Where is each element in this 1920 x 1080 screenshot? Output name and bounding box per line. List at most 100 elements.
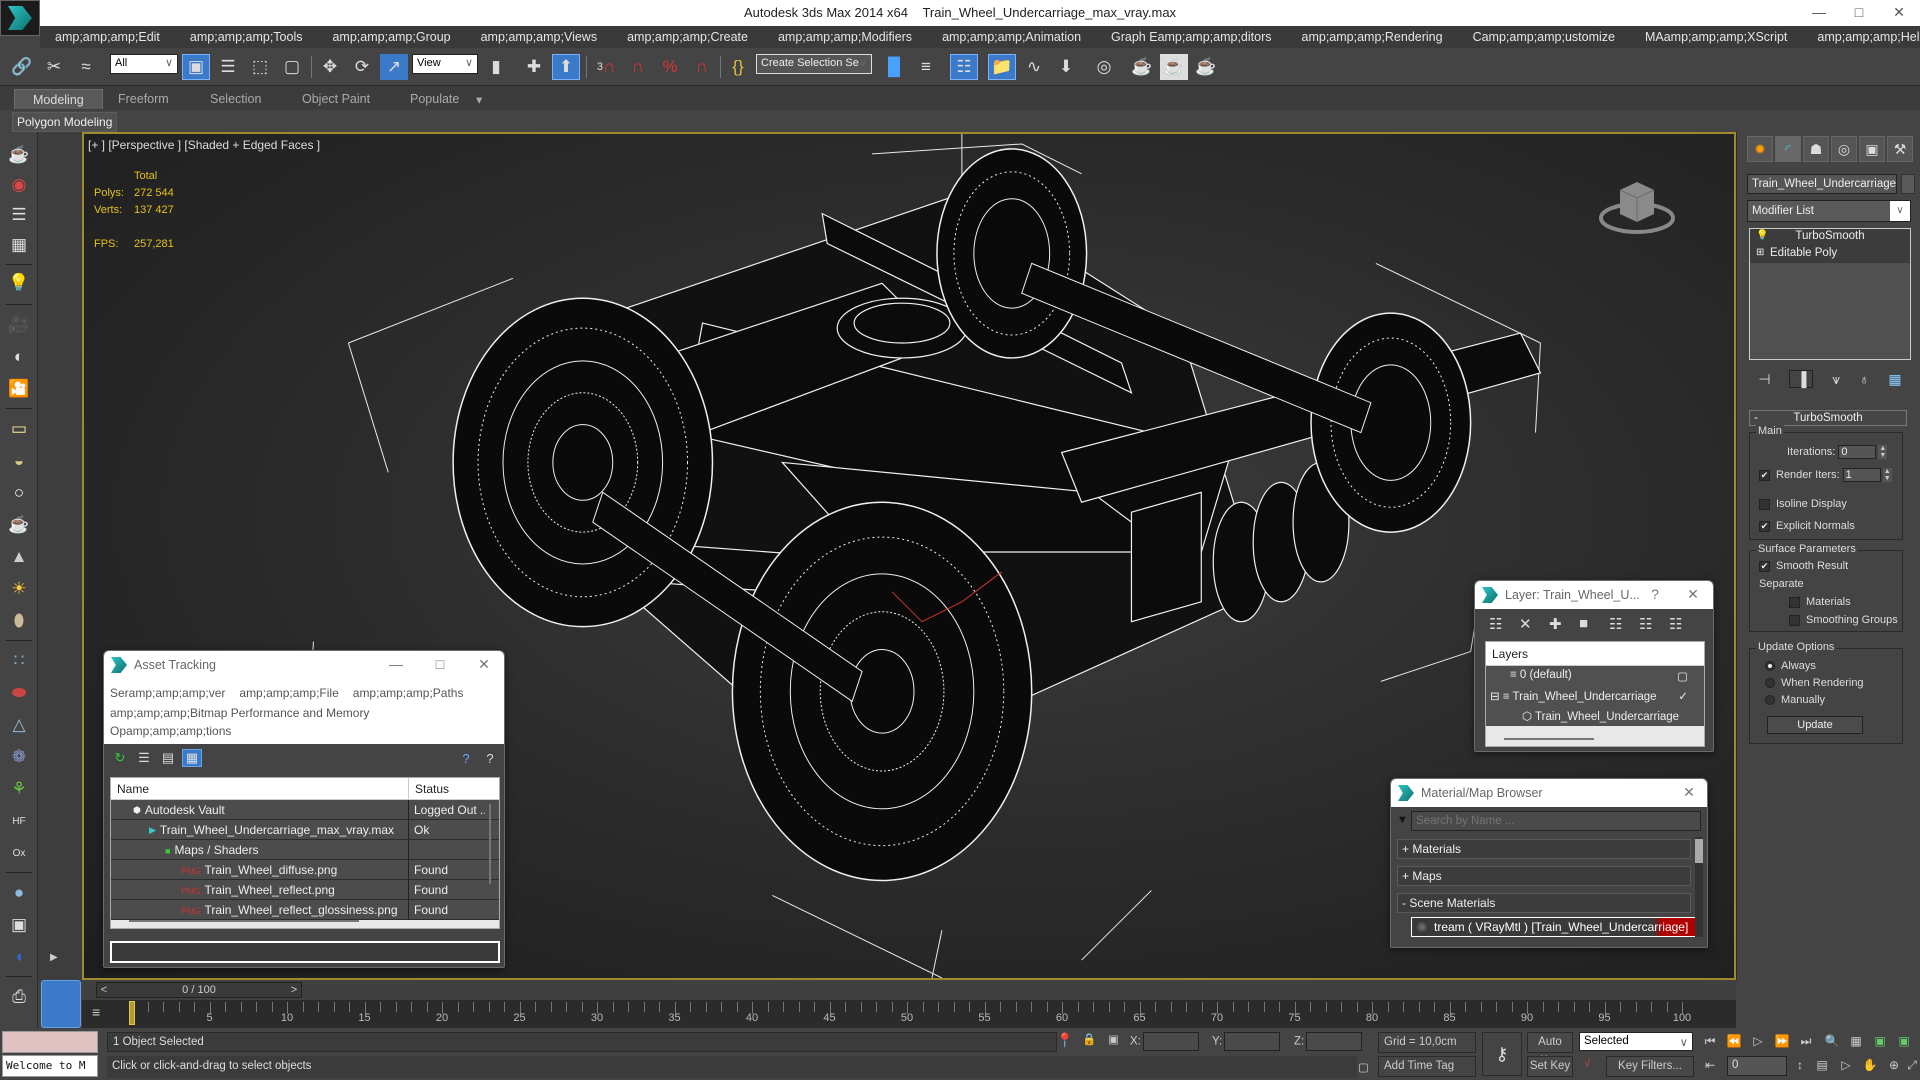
close-button[interactable]: ✕ <box>1884 4 1914 21</box>
y-coordinate-field[interactable] <box>1224 1032 1281 1051</box>
stack-item-turbosmooth[interactable]: 💡 TurboSmooth <box>1750 229 1910 246</box>
auto-key-button[interactable]: Auto Key <box>1527 1032 1573 1067</box>
lightbulb-icon[interactable]: 💡 <box>1756 230 1768 241</box>
camera-red-icon[interactable]: 🎦 <box>5 376 33 402</box>
select-object-icon[interactable]: ▣ <box>182 54 210 80</box>
current-frame-field[interactable]: 0 <box>1727 1056 1787 1076</box>
highlight-layer-icon[interactable]: ☷ <box>1639 615 1652 633</box>
spinner-arrows-icon[interactable]: ▲ ▼ <box>1882 468 1892 482</box>
refresh-icon[interactable]: ↻ <box>110 749 130 767</box>
time-slider-playhead[interactable] <box>129 1001 135 1025</box>
bind-space-warp-icon[interactable]: ≈ <box>72 54 100 80</box>
unlink-icon[interactable]: ✂ <box>40 54 68 80</box>
render-window-icon[interactable]: ◉ <box>5 172 33 198</box>
turbosmooth-rollout-header[interactable]: - TurboSmooth <box>1749 410 1907 426</box>
table-row[interactable]: PNG Train_Wheel_diffuse.png Found <box>111 860 499 880</box>
list-panel-icon[interactable]: ☰ <box>5 202 33 228</box>
material-editor-icon[interactable]: ◎ <box>1090 54 1118 80</box>
materials-checkbox[interactable] <box>1789 596 1800 608</box>
curve-editor-icon[interactable]: ∿ <box>1020 54 1048 80</box>
zoom-icon[interactable]: 🔍 <box>1822 1034 1842 1048</box>
set-keys-key-icon[interactable]: ⚷ <box>1482 1032 1522 1076</box>
menu-maxscript[interactable]: MAamp;amp;amp;XScript <box>1630 30 1802 44</box>
collapse-icon[interactable]: ⊟ <box>1490 691 1503 703</box>
menu-animation[interactable]: amp;amp;amp;Animation <box>927 30 1096 44</box>
explicit-normals-checkbox[interactable]: ✔ <box>1759 520 1770 532</box>
hierarchy-tab-icon[interactable]: ☗ <box>1803 136 1829 162</box>
filter-dropdown-icon[interactable]: ▼ <box>1397 814 1408 826</box>
close-button[interactable]: ✕ <box>1679 784 1699 801</box>
metaball-icon[interactable]: ⬬ <box>5 680 33 706</box>
fur-icon[interactable]: ❁ <box>5 744 33 770</box>
viewport-label[interactable]: [+ ] [Perspective ] [Shaded + Edged Face… <box>88 138 320 152</box>
delete-layer-icon[interactable]: ✕ <box>1519 615 1532 633</box>
particles-icon[interactable]: ∷ <box>5 648 33 674</box>
spinner-arrows-icon[interactable]: ▲ ▼ <box>1878 445 1888 459</box>
selection-filter-dropdown[interactable]: All ∨ <box>110 54 178 74</box>
zoom-extents-icon[interactable]: ▣ <box>1870 1034 1890 1048</box>
time-configuration-icon[interactable]: ▤ <box>1812 1058 1832 1072</box>
maxscript-listener-input[interactable]: Welcome to M <box>2 1055 98 1077</box>
go-to-start-icon[interactable]: ⏮ <box>1700 1034 1720 1049</box>
table-row[interactable]: PNG Train_Wheel_reflect.png Found <box>111 880 499 900</box>
render-iters-spinner[interactable]: 1 <box>1842 468 1881 482</box>
app-menu-button[interactable] <box>0 0 40 36</box>
menu-group[interactable]: amp;amp;amp;Group <box>317 30 465 44</box>
prev-frame-icon[interactable]: < <box>97 983 111 997</box>
table-row[interactable]: PNG Train_Wheel_reflect_glossiness.png Fou… <box>111 900 499 920</box>
update-always-radio[interactable] <box>1765 661 1775 672</box>
configure-modifier-sets-icon[interactable]: ▦ <box>1888 371 1901 388</box>
expand-arrow-icon[interactable]: ▶ <box>50 952 58 963</box>
x-coordinate-field[interactable] <box>1142 1032 1199 1051</box>
make-unique-icon[interactable]: ⩛ <box>1832 371 1840 388</box>
link-icon[interactable]: 🔗 <box>8 54 36 80</box>
grid-panel-icon[interactable]: ▦ <box>5 232 33 258</box>
mini-curve-editor-toggle[interactable] <box>41 980 81 1028</box>
render-iters-checkbox[interactable]: ✔ <box>1759 469 1770 481</box>
render-settings-icon[interactable]: ▣ <box>5 912 33 938</box>
maximize-viewport-icon[interactable]: ⤢ <box>1902 1058 1920 1073</box>
object-color-swatch[interactable] <box>1901 174 1915 194</box>
asset-path-field[interactable] <box>110 941 500 963</box>
next-frame-icon[interactable]: > <box>287 983 301 997</box>
menu-server[interactable]: Seramp;amp;amp;ver <box>110 686 225 700</box>
context-help-icon[interactable]: ? <box>480 749 500 767</box>
absolute-mode-icon[interactable]: ▣ <box>1108 1032 1119 1046</box>
show-end-result-icon[interactable]: ▐ <box>1789 370 1814 388</box>
render-production-icon[interactable]: ☕ <box>1192 54 1220 80</box>
rotate-icon[interactable]: ⟳ <box>348 54 376 80</box>
ambient-light-icon[interactable]: ⬮ <box>5 608 33 634</box>
select-in-layer-icon[interactable]: ■ <box>1579 615 1588 632</box>
vertical-scrollbar[interactable] <box>489 804 491 884</box>
z-coordinate-field[interactable] <box>1306 1032 1363 1051</box>
current-layer-check-icon[interactable]: ✓ <box>1678 689 1688 703</box>
adaptive-degradation-icon[interactable]: ▢ <box>1358 1060 1369 1074</box>
hair-farm-icon[interactable]: HF <box>5 808 33 834</box>
update-button[interactable]: Update <box>1767 716 1863 734</box>
layer-window-titlebar[interactable]: Layer: Train_Wheel_U... ? ✕ <box>1475 581 1713 609</box>
section-materials[interactable]: + Materials <box>1397 839 1691 859</box>
material-browser-titlebar[interactable]: Material/Map Browser ✕ <box>1391 779 1707 807</box>
display-tab-icon[interactable]: ▣ <box>1859 136 1885 162</box>
restore-button[interactable]: □ <box>1844 4 1874 20</box>
menu-tools[interactable]: amp;amp;amp;Tools <box>175 30 318 44</box>
update-when-rendering-radio[interactable] <box>1765 678 1775 689</box>
schematic-view-icon[interactable]: ⬇ <box>1052 54 1080 80</box>
select-manipulate-icon[interactable]: ✚ <box>520 54 548 80</box>
previous-frame-icon[interactable]: ⏪ <box>1724 1034 1744 1048</box>
menu-rendering[interactable]: amp;amp;amp;Rendering <box>1287 30 1458 44</box>
isoline-checkbox[interactable] <box>1759 498 1770 510</box>
motion-tab-icon[interactable]: ◎ <box>1831 136 1857 162</box>
section-maps[interactable]: + Maps <box>1397 866 1691 886</box>
help-button[interactable]: ? <box>1645 586 1665 602</box>
frame-spinner-icon[interactable]: ↕ <box>1790 1058 1810 1072</box>
modify-tab-icon[interactable]: ◜ <box>1775 136 1801 162</box>
utilities-tab-icon[interactable]: ⚒ <box>1887 136 1913 162</box>
pin-stack-icon[interactable]: ⊣ <box>1758 371 1770 388</box>
key-mode-dropdown[interactable]: Selected ∨ <box>1579 1032 1693 1051</box>
align-icon[interactable]: ≡ <box>912 54 940 80</box>
pan-view-icon[interactable]: ✋ <box>1860 1058 1880 1072</box>
create-tab-icon[interactable]: ✹ <box>1747 136 1773 162</box>
help-icon[interactable]: ? <box>456 749 476 767</box>
horizontal-scrollbar[interactable] <box>129 920 359 922</box>
